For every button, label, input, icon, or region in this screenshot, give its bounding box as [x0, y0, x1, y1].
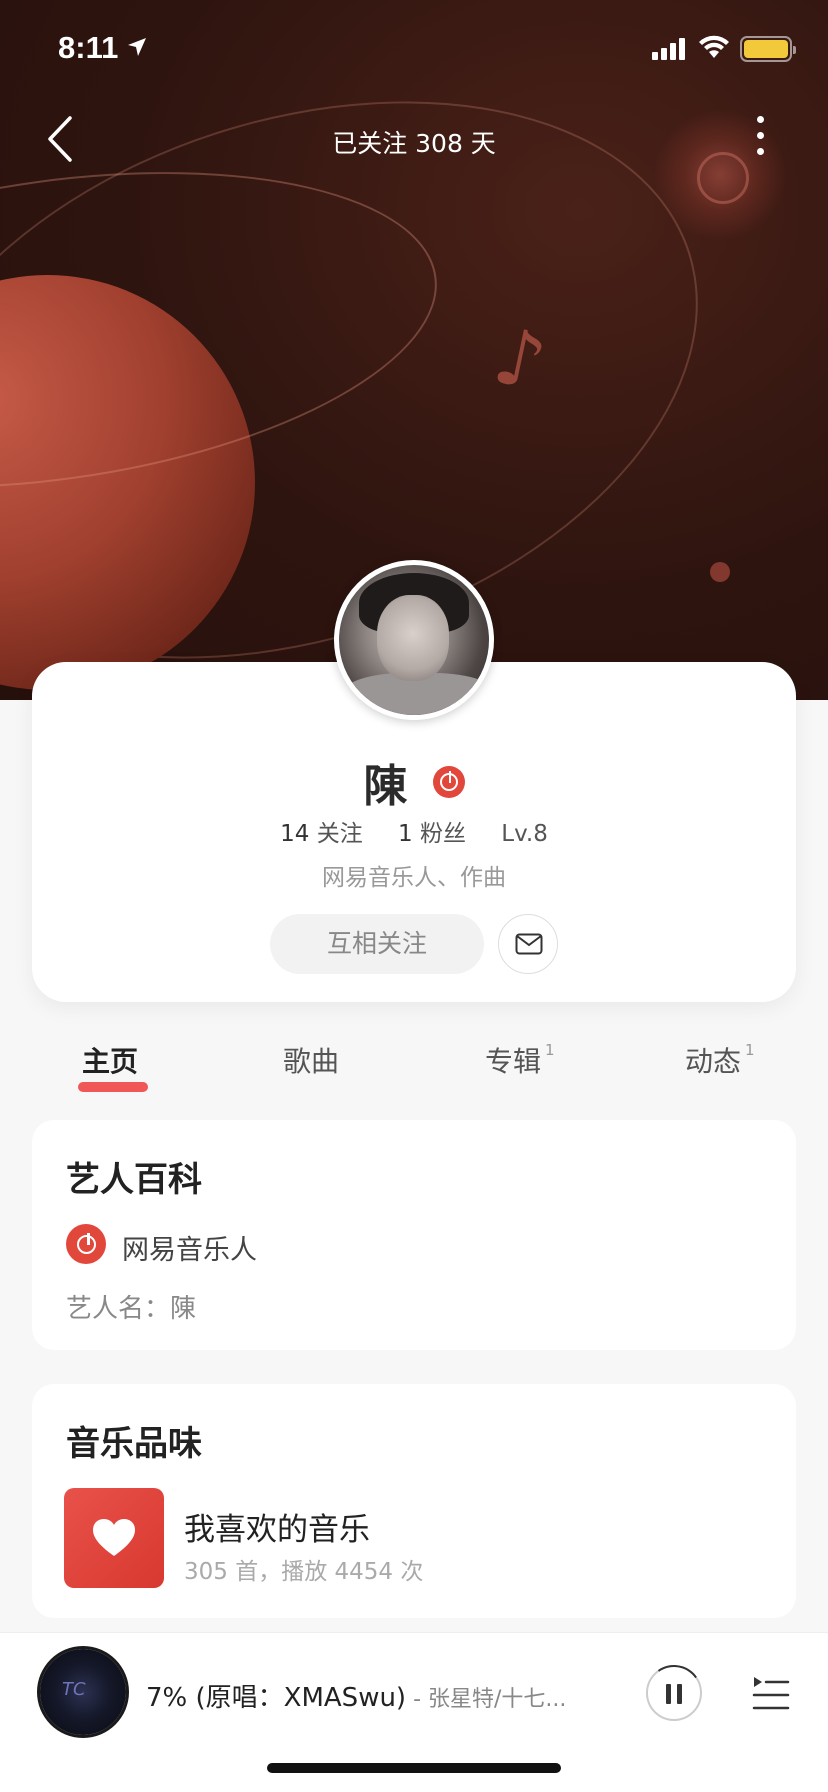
song-artist: - 张星特/十七... — [406, 1687, 567, 1712]
musician-badge-icon — [432, 766, 465, 798]
profile-description: 网易音乐人、作曲 — [322, 865, 506, 891]
battery-icon — [740, 36, 796, 62]
status-bar: 8:11 — [0, 0, 828, 100]
level-badge[interactable]: Lv.8 — [501, 821, 548, 847]
tab-home[interactable]: 主页 — [82, 1040, 138, 1080]
tab-activity-label: 动态 — [685, 1045, 742, 1078]
music-taste-card: 音乐品味 我喜欢的音乐 305 首，播放 4454 次 — [32, 1384, 796, 1618]
tab-albums-label: 专辑 — [485, 1045, 542, 1078]
followers-stat[interactable]: 1 粉丝 — [398, 821, 466, 847]
following-stat[interactable]: 14 关注 — [280, 821, 363, 847]
followers-label: 粉丝 — [419, 821, 466, 847]
star-decoration — [710, 562, 730, 582]
status-time: 8:11 — [58, 30, 119, 65]
avatar-face — [377, 595, 449, 681]
pause-button[interactable] — [641, 1660, 707, 1726]
playlist-button[interactable] — [750, 1673, 790, 1713]
mail-icon — [515, 933, 543, 955]
active-tab-indicator — [78, 1082, 148, 1092]
profile-name-row: 陳 — [32, 750, 796, 814]
following-count: 14 — [280, 821, 310, 847]
musician-badge-icon — [66, 1224, 106, 1264]
liked-music-title[interactable]: 我喜欢的音乐 — [184, 1504, 370, 1549]
profile-tabs: 主页 歌曲 专辑 1 动态 1 — [0, 1040, 828, 1100]
more-dot — [756, 116, 764, 123]
album-art-text: TC — [62, 1679, 86, 1700]
cellular-signal-icon — [652, 38, 685, 60]
tab-songs[interactable]: 歌曲 — [283, 1040, 339, 1080]
profile-name: 陳 — [363, 761, 408, 812]
more-dot — [756, 132, 764, 139]
song-title: 7% (原唱：XMASwu) — [146, 1683, 407, 1713]
tab-songs-label: 歌曲 — [283, 1045, 340, 1078]
liked-music-cover[interactable] — [64, 1488, 164, 1588]
followers-count: 1 — [398, 821, 413, 847]
battery-level — [744, 40, 788, 58]
tab-albums-count: 1 — [545, 1040, 555, 1059]
now-playing-info[interactable]: 7% (原唱：XMASwu) - 张星特/十七... — [146, 1677, 566, 1714]
tab-activity[interactable]: 动态 1 — [685, 1040, 755, 1080]
profile-stats: 14 关注 1 粉丝 Lv.8 — [32, 814, 796, 848]
tab-activity-count: 1 — [745, 1040, 755, 1059]
avatar[interactable] — [334, 560, 494, 720]
home-indicator — [267, 1763, 561, 1773]
more-dot — [756, 148, 764, 155]
follow-duration-title: 已关注 308 天 — [332, 129, 496, 158]
tab-home-label: 主页 — [82, 1045, 139, 1078]
following-label: 关注 — [316, 821, 363, 847]
album-disc[interactable]: TC — [40, 1649, 126, 1735]
playback-progress-ring — [641, 1660, 707, 1726]
music-taste-title: 音乐品味 — [66, 1424, 202, 1464]
musician-badge-label: 网易音乐人 — [122, 1235, 257, 1266]
artist-wiki-title: 艺人百科 — [66, 1160, 202, 1200]
more-options-button[interactable] — [752, 116, 768, 164]
message-button[interactable] — [498, 914, 558, 974]
wifi-icon — [699, 35, 729, 58]
location-arrow-icon — [128, 38, 146, 56]
tab-albums[interactable]: 专辑 1 — [485, 1040, 555, 1080]
mutual-follow-button[interactable]: 互相关注 — [270, 914, 484, 974]
artist-name-field: 艺人名：陳 — [66, 1294, 197, 1324]
heart-icon — [93, 1519, 135, 1556]
liked-music-stats: 305 首，播放 4454 次 — [184, 1559, 424, 1585]
artist-wiki-card[interactable]: 艺人百科 网易音乐人 艺人名：陳 — [32, 1120, 796, 1350]
mini-player[interactable]: TC 7% (原唱：XMASwu) - 张星特/十七... — [0, 1632, 828, 1792]
